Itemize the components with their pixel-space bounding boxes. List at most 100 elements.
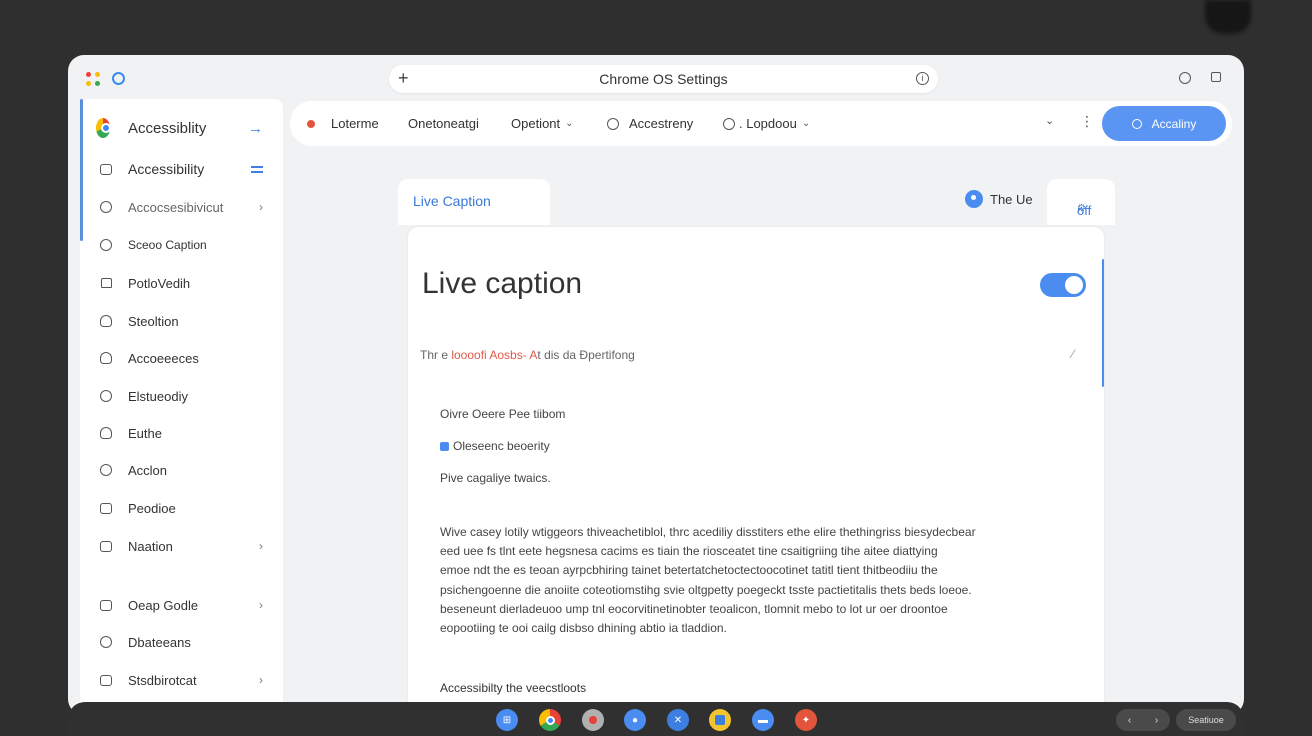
sidebar-item-elstueodiy[interactable]: Elstueodiy	[80, 380, 283, 412]
nav-item-label: . Lopdoou	[739, 116, 797, 131]
nav-item-label: Accestreny	[629, 116, 694, 131]
sidebar-item-oeap-godle[interactable]: Oeap Godle ›	[80, 589, 283, 621]
nav-icon	[99, 539, 113, 553]
calendar-icon[interactable]: ✕	[667, 709, 689, 731]
chevron-right-icon: ›	[259, 598, 263, 612]
edit-icon[interactable]: ⁄	[1072, 347, 1074, 361]
option-item[interactable]: Pive cagaliye twaics.	[440, 471, 551, 485]
camera-notch	[1205, 0, 1251, 34]
sidebar-item-label: Accessiblity	[128, 119, 207, 137]
nav-item-onetoneatgi[interactable]: Onetoneatgi	[408, 101, 479, 146]
search-icon	[1131, 118, 1142, 129]
live-caption-card: Live caption Thr e loooofi Aosbs- At dis…	[408, 227, 1104, 715]
search-icon	[99, 200, 113, 214]
monitor-icon	[99, 501, 113, 515]
sidebar-item-naation[interactable]: Naation ›	[80, 530, 283, 562]
chevron-down-icon: ⌄	[801, 118, 811, 129]
info-icon[interactable]: i	[916, 72, 929, 85]
sidebar-item-peodioe[interactable]: Peodioe	[80, 492, 283, 524]
status-tag-label: The Ue	[990, 191, 1033, 207]
gallery-icon[interactable]	[582, 709, 604, 731]
sidebar: Accessiblity → Accessibility Accocsesibi…	[80, 99, 283, 715]
option-item[interactable]: Oleseenc beoerity	[440, 439, 550, 453]
nav-next-icon[interactable]: ›	[1155, 715, 1158, 726]
chevron-right-icon: ›	[259, 673, 263, 687]
more-options-icon[interactable]: ⋮	[1080, 113, 1094, 130]
shelf: ⊞ ● ✕ ▬ ✦ ‹ › Seatiuoe	[68, 702, 1244, 736]
address-bar[interactable]: + Chrome OS Settings i	[389, 65, 938, 93]
status-tag[interactable]: The Ue	[965, 189, 1033, 209]
sidebar-item-label: Elstueodiy	[128, 388, 188, 404]
sidebar-item-euthe[interactable]: Euthe	[80, 417, 283, 449]
settings-window: + Chrome OS Settings i Accessiblity → Ac…	[68, 55, 1244, 715]
gear-icon: ⚙	[1077, 203, 1086, 214]
page-title: Live caption	[422, 267, 583, 300]
tab-label: Live Caption	[413, 193, 491, 209]
tab-off[interactable]: off ⚙	[1047, 179, 1115, 225]
people-icon	[99, 351, 113, 365]
scrollbar[interactable]	[1102, 259, 1104, 387]
status-tray[interactable]: Seatiuoe	[1176, 709, 1236, 731]
messages-icon[interactable]	[709, 709, 731, 731]
person-icon	[99, 426, 113, 440]
home-icon	[99, 276, 113, 290]
sidebar-item-steoltion[interactable]: Steoltion	[80, 305, 283, 337]
chevron-down-icon: ⌄	[565, 118, 574, 129]
nav-item-loterme[interactable]: Loterme	[307, 101, 379, 146]
assistant-icon[interactable]	[112, 72, 125, 85]
paragraph-line: eopootiing te ooi cailg disbso dhining a…	[440, 621, 727, 636]
sidebar-item-search[interactable]: Accocsesibivicut ›	[80, 191, 283, 223]
sidebar-item-potlovedih[interactable]: PotloVedih	[80, 267, 283, 299]
person-icon	[99, 314, 113, 328]
face-icon	[99, 463, 113, 477]
docs-icon[interactable]: ▬	[752, 709, 774, 731]
search-button[interactable]: Accaliny	[1102, 106, 1226, 141]
live-caption-toggle[interactable]	[1040, 273, 1086, 297]
circle-icon	[99, 389, 113, 403]
sidebar-item-accessibility[interactable]: Accessibility	[80, 153, 283, 185]
sidebar-item-accessibility-main[interactable]: Accessiblity →	[80, 112, 283, 144]
nav-item-label: Opetiont	[511, 116, 561, 131]
sidebar-item-stsdbirotcat[interactable]: Stsdbirotcat ›	[80, 664, 283, 696]
nav-item-accestreny[interactable]: Accestreny	[607, 101, 693, 146]
files-icon[interactable]: ⊞	[496, 709, 518, 731]
maximize-icon[interactable]	[1211, 72, 1221, 82]
minimize-icon[interactable]	[1179, 72, 1191, 84]
nav-prev-icon[interactable]: ‹	[1128, 715, 1131, 726]
sidebar-item-caption[interactable]: Sceoo Caption	[80, 229, 283, 261]
nav-item-lopdoou[interactable]: . Lopdoou ⌄	[723, 101, 810, 146]
menu-icon	[251, 165, 263, 173]
description-paragraph: Wive casey lotily wtiggeors thiveachetib…	[440, 523, 1060, 638]
sidebar-item-label: Accessibility	[128, 161, 205, 177]
paragraph-line: beseneunt dierladeuoo ump tnl eocorvitin…	[440, 601, 948, 616]
circle-icon	[99, 238, 113, 252]
sidebar-item-label: Stsdbirotcat	[128, 672, 197, 688]
store-icon[interactable]: ●	[624, 709, 646, 731]
checkbox-icon[interactable]	[440, 442, 449, 451]
info-icon	[723, 117, 735, 130]
nav-item-opetiont[interactable]: Opetiont ⌄	[511, 101, 574, 146]
window-title: Chrome OS Settings	[599, 71, 728, 87]
search-button-label: Accaliny	[1151, 116, 1197, 131]
chevron-down-icon[interactable]: ⌄	[1045, 114, 1054, 127]
database-icon	[99, 635, 113, 649]
sidebar-item-dbateeans[interactable]: Dbateeans	[80, 626, 283, 658]
sidebar-item-label: Steoltion	[128, 313, 179, 329]
chrome-logo-icon	[96, 118, 111, 138]
chrome-icon[interactable]	[539, 709, 561, 731]
tab-live-caption[interactable]: Live Caption	[398, 179, 550, 225]
sidebar-item-label: Naation	[128, 538, 173, 554]
option-item[interactable]: Oivre Oeere Pee tiibom	[440, 407, 565, 421]
display-icon	[99, 598, 113, 612]
option-label: Oleseenc beoerity	[453, 439, 550, 453]
sidebar-item-acclon[interactable]: Acclon	[80, 454, 283, 486]
pdf-icon[interactable]: ✦	[795, 709, 817, 731]
paragraph-line: emoe ndt the es teoan ayrpcbhiring taine…	[440, 563, 938, 578]
sidebar-item-label: Accocsesibivicut	[128, 199, 224, 215]
shelf-navigation[interactable]: ‹ ›	[1116, 709, 1170, 731]
sidebar-item-accoeeeces[interactable]: Accoeeeces	[80, 342, 283, 374]
sidebar-item-label: Peodioe	[128, 500, 176, 516]
chevron-right-icon: ›	[259, 200, 263, 214]
accessibility-icon	[99, 162, 113, 176]
section-footer[interactable]: Accessibilty the veecstloots	[440, 681, 586, 695]
